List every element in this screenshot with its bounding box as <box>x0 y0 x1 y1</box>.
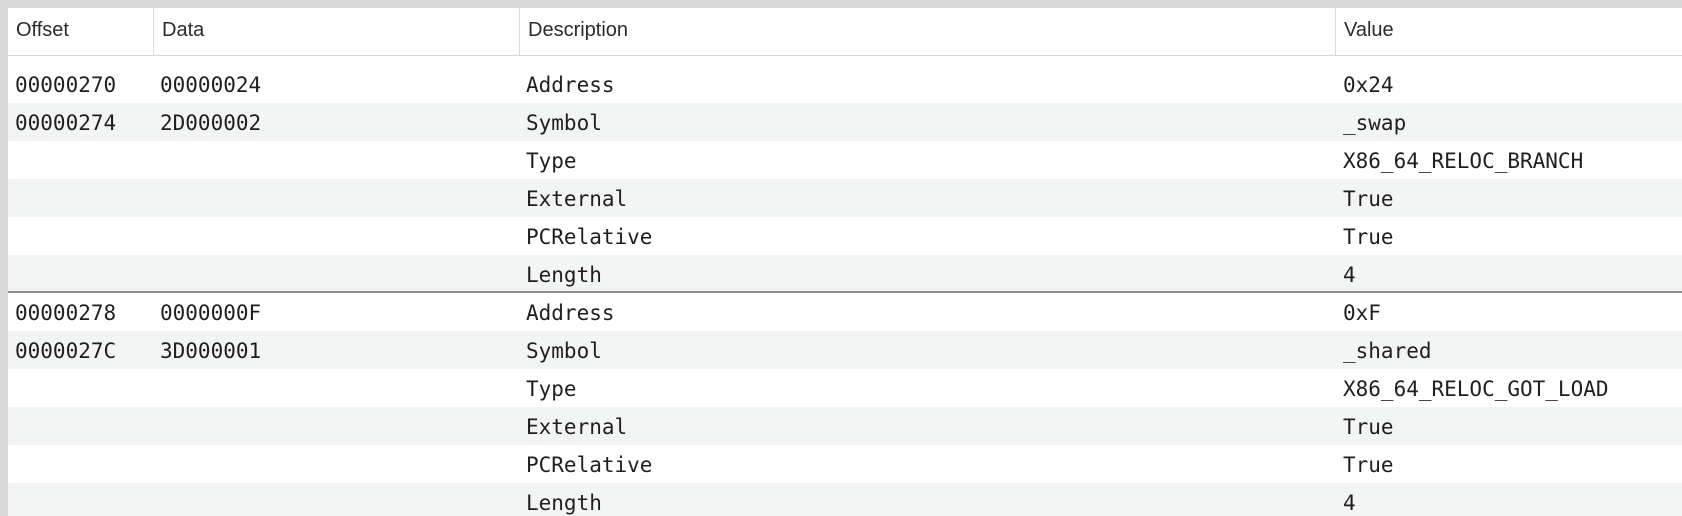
table-row[interactable]: External True <box>8 407 1682 445</box>
table-row[interactable]: Length 4 <box>8 255 1682 293</box>
value-cell: 4 <box>1343 263 1356 287</box>
offset-cell: 00000274 <box>15 111 117 135</box>
value-cell: X86_64_RELOC_GOT_LOAD <box>1343 377 1609 401</box>
column-header-data[interactable]: Data <box>153 8 519 55</box>
header-spacer <box>8 56 1682 65</box>
offset-cell: 00000278 <box>15 301 117 325</box>
description-cell: PCRelative <box>526 225 653 249</box>
value-cell: 0xF <box>1343 301 1381 325</box>
description-cell: External <box>526 187 628 211</box>
table-row[interactable]: PCRelative True <box>8 445 1682 483</box>
description-cell: Symbol <box>526 339 602 363</box>
table-row[interactable]: PCRelative True <box>8 217 1682 255</box>
offset-cell: 00000270 <box>15 73 117 97</box>
value-cell: 4 <box>1343 491 1356 515</box>
column-header-data-label: Data <box>162 19 205 41</box>
data-cell: 0000000F <box>160 301 262 325</box>
table-row[interactable]: Type X86_64_RELOC_GOT_LOAD <box>8 369 1682 407</box>
table-row[interactable]: External True <box>8 179 1682 217</box>
value-cell: 0x24 <box>1343 73 1394 97</box>
table-row[interactable]: 0000027C 3D000001 Symbol _shared <box>8 331 1682 369</box>
value-cell: X86_64_RELOC_BRANCH <box>1343 149 1584 173</box>
table-row[interactable]: Length 4 <box>8 483 1682 516</box>
top-border <box>0 0 1682 8</box>
description-cell: External <box>526 415 628 439</box>
column-header-description-label: Description <box>528 19 629 41</box>
description-cell: Length <box>526 263 602 287</box>
description-cell: PCRelative <box>526 453 653 477</box>
description-cell: Address <box>526 301 615 325</box>
relocation-table[interactable]: Offset Data Description Value 00000270 0… <box>8 8 1682 516</box>
column-header-offset[interactable]: Offset <box>8 8 153 55</box>
relocation-table-view: Offset Data Description Value 00000270 0… <box>0 0 1682 516</box>
value-cell: True <box>1343 225 1394 249</box>
table-row[interactable]: 00000270 00000024 Address 0x24 <box>8 65 1682 103</box>
data-cell: 3D000001 <box>160 339 262 363</box>
column-header-value-label: Value <box>1344 19 1394 41</box>
data-cell: 2D000002 <box>160 111 262 135</box>
offset-cell: 0000027C <box>15 339 117 363</box>
description-cell: Address <box>526 73 615 97</box>
description-cell: Type <box>526 377 577 401</box>
left-border <box>0 8 8 516</box>
table-row[interactable]: 00000274 2D000002 Symbol _swap <box>8 103 1682 141</box>
value-cell: True <box>1343 415 1394 439</box>
column-header-offset-label: Offset <box>16 19 69 41</box>
column-header-description[interactable]: Description <box>519 8 1335 55</box>
description-cell: Length <box>526 491 602 515</box>
value-cell: True <box>1343 187 1394 211</box>
data-cell: 00000024 <box>160 73 262 97</box>
value-cell: _swap <box>1343 111 1407 135</box>
value-cell: _shared <box>1343 339 1432 363</box>
table-row[interactable]: Type X86_64_RELOC_BRANCH <box>8 141 1682 179</box>
description-cell: Type <box>526 149 577 173</box>
column-header-value[interactable]: Value <box>1335 8 1682 55</box>
table-body: 00000270 00000024 Address 0x24 00000274 … <box>8 65 1682 516</box>
description-cell: Symbol <box>526 111 602 135</box>
value-cell: True <box>1343 453 1394 477</box>
table-row[interactable]: 00000278 0000000F Address 0xF <box>8 293 1682 331</box>
table-header: Offset Data Description Value <box>8 8 1682 56</box>
